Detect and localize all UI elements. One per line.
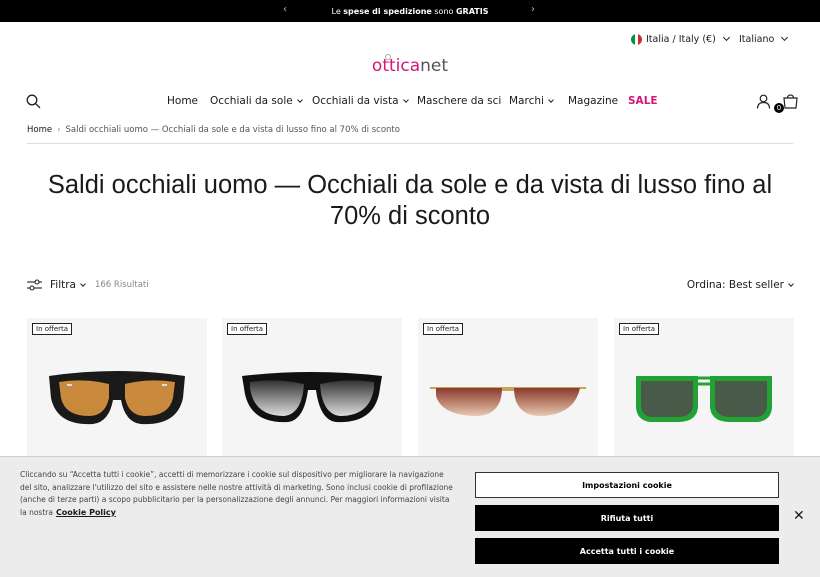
results-count: 166 Risultati: [94, 280, 149, 290]
product-card[interactable]: In offerta: [418, 318, 598, 468]
product-card[interactable]: In offerta: [222, 318, 402, 468]
chevron-down-icon: [548, 97, 554, 103]
product-card[interactable]: In offerta: [614, 318, 794, 468]
announcement-text: Le spese di spedizione sono GRATIS: [331, 6, 489, 16]
logo-glasses-icon: [385, 54, 391, 60]
breadcrumb: Home › Saldi occhiali uomo — Occhiali da s…: [27, 125, 400, 135]
announcement-bar: ‹ Le spese di spedizione sono GRATIS ›: [0, 0, 820, 22]
cookie-settings-button[interactable]: Impostazioni cookie: [475, 472, 779, 498]
black-gradient-sunglasses-image: [242, 372, 382, 423]
product-card[interactable]: In offerta: [27, 318, 207, 468]
chevron-down-icon: [722, 33, 730, 42]
divider: [27, 143, 793, 144]
cookie-policy-link[interactable]: Cookie Policy: [56, 508, 116, 517]
nav-home[interactable]: Home: [167, 95, 198, 107]
nav-eyeglasses[interactable]: Occhiali da vista: [312, 95, 409, 107]
cookie-text: Cliccando su “Accetta tutti i cookie”, a…: [20, 470, 453, 517]
nav-sunglasses[interactable]: Occhiali da sole: [210, 95, 303, 107]
nav-magazine[interactable]: Magazine: [568, 95, 618, 107]
cookie-banner: Cliccando su “Accetta tutti i cookie”, a…: [0, 456, 820, 577]
breadcrumb-separator: ›: [57, 125, 61, 135]
reject-all-button[interactable]: Rifiuta tutti: [475, 505, 779, 531]
prev-arrow-icon[interactable]: ‹: [283, 4, 287, 15]
sale-badge: In offerta: [227, 323, 268, 335]
language-label: Italiano: [739, 34, 775, 45]
chevron-down-icon: [80, 281, 86, 287]
account-icon[interactable]: [756, 94, 771, 109]
sale-badge: In offerta: [423, 323, 464, 335]
chevron-down-icon: [781, 33, 789, 42]
nav-brands[interactable]: Marchi: [509, 95, 554, 107]
sale-badge: In offerta: [32, 323, 73, 335]
filter-button[interactable]: Filtra: [50, 279, 86, 291]
filter-bar: Filtra 166 Risultati: [27, 279, 149, 291]
cart-icon[interactable]: [782, 93, 799, 109]
chevron-down-icon: [788, 281, 794, 287]
close-icon[interactable]: ✕: [793, 508, 805, 524]
country-label: Italia / Italy (€): [646, 34, 716, 45]
sort-select[interactable]: Ordina: Best seller: [687, 279, 794, 291]
italy-flag-icon: [631, 34, 642, 45]
nav-ski-goggles[interactable]: Maschere da sci: [417, 95, 501, 107]
accept-all-button[interactable]: Accetta tutti i cookie: [475, 538, 779, 564]
chevron-down-icon: [296, 97, 303, 103]
cart-count-badge: 0: [774, 103, 784, 113]
filter-sliders-icon[interactable]: [27, 279, 42, 291]
green-aviator-sunglasses-image: [636, 376, 772, 422]
rimless-monogram-sunglasses-image: [430, 387, 586, 416]
breadcrumb-home[interactable]: Home: [27, 125, 52, 135]
tan-aviator-sunglasses-image: [49, 371, 185, 425]
site-logo[interactable]: otticanet: [0, 54, 820, 76]
next-arrow-icon[interactable]: ›: [531, 4, 535, 15]
chevron-down-icon: [402, 97, 409, 103]
breadcrumb-current: Saldi occhiali uomo — Occhiali da sole e…: [65, 125, 400, 135]
main-nav: Home Occhiali da sole Occhiali da vista …: [0, 95, 820, 109]
country-selector[interactable]: Italia / Italy (€): [631, 33, 730, 45]
nav-sale[interactable]: SALE: [628, 95, 658, 107]
sale-badge: In offerta: [619, 323, 660, 335]
language-selector[interactable]: Italiano: [739, 33, 789, 45]
page-title: Saldi occhiali uomo — Occhiali da sole e…: [47, 171, 773, 230]
